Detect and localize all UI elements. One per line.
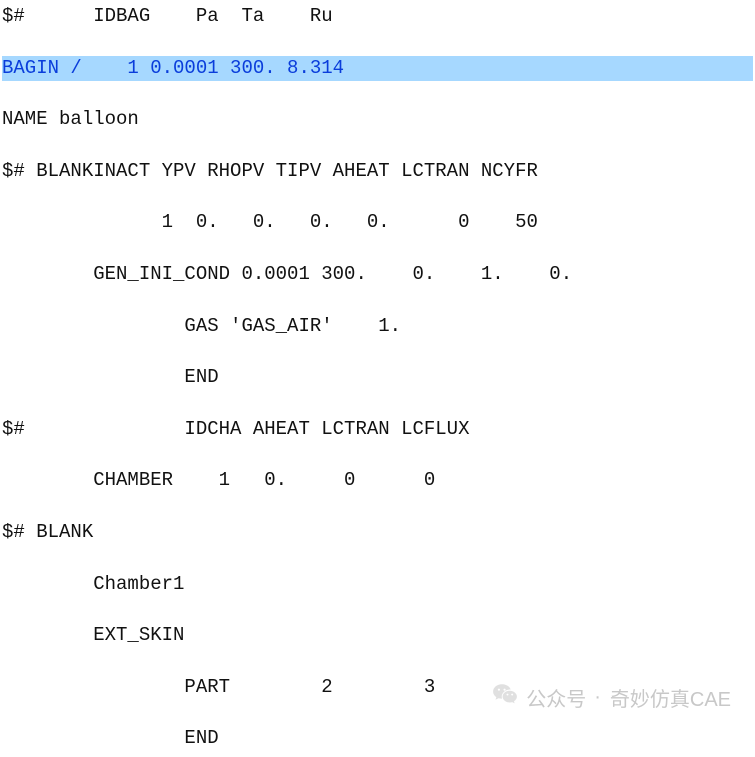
code-line: 1 0. 0. 0. 0. 0 50: [2, 210, 753, 236]
code-line: GAS 'GAS_AIR' 1.: [2, 314, 753, 340]
code-line: $# IDBAG Pa Ta Ru: [2, 4, 753, 30]
code-line: $# BLANK: [2, 520, 753, 546]
code-line: EXT_SKIN: [2, 623, 753, 649]
code-line: PART 2 3: [2, 675, 753, 701]
code-line: Chamber1: [2, 572, 753, 598]
code-line: $# BLANKINACT YPV RHOPV TIPV AHEAT LCTRA…: [2, 159, 753, 185]
code-line: GEN_INI_COND 0.0001 300. 0. 1. 0.: [2, 262, 753, 288]
code-block: $# IDBAG Pa Ta Ru BAGIN / 1 0.0001 300. …: [0, 0, 755, 757]
code-line: NAME balloon: [2, 107, 753, 133]
code-line: $# IDCHA AHEAT LCTRAN LCFLUX: [2, 417, 753, 443]
code-line: END: [2, 365, 753, 391]
code-line-highlighted: BAGIN / 1 0.0001 300. 8.314: [2, 56, 753, 82]
code-line: END: [2, 726, 753, 752]
code-line: CHAMBER 1 0. 0 0: [2, 468, 753, 494]
